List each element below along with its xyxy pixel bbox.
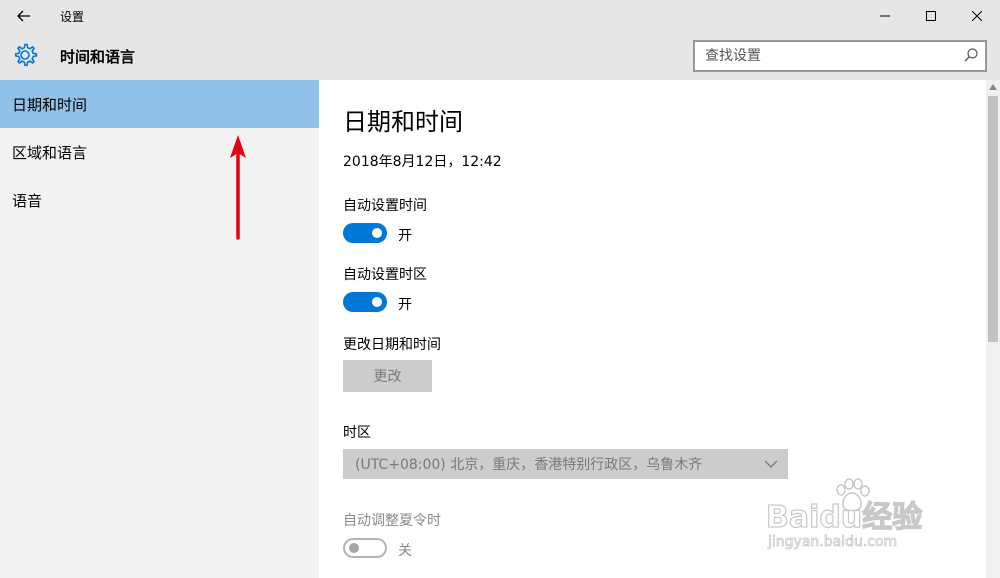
change-datetime-label: 更改日期和时间 — [343, 337, 441, 353]
section-title: 时间和语言 — [60, 48, 136, 66]
annotation-arrow-icon — [230, 135, 246, 240]
back-arrow-icon — [17, 10, 30, 22]
sidebar-item-date-time[interactable]: 日期和时间 — [0, 80, 319, 128]
chevron-down-icon — [764, 460, 778, 468]
title-bar: 设置 — [0, 0, 1000, 32]
maximize-icon — [926, 11, 936, 21]
auto-timezone-state: 开 — [398, 297, 412, 313]
baidu-watermark: Baidu经验 jingyan.baidu.com — [765, 478, 946, 558]
change-button[interactable]: 更改 — [343, 360, 432, 392]
search-box[interactable] — [693, 40, 987, 72]
watermark-url-text: jingyan.baidu.com — [768, 534, 898, 551]
auto-time-state: 开 — [398, 228, 412, 244]
dst-label: 自动调整夏令时 — [343, 513, 441, 529]
sidebar: 日期和时间 区域和语言 语音 — [0, 80, 319, 578]
timezone-dropdown[interactable]: (UTC+08:00) 北京，重庆，香港特别行政区，乌鲁木齐 — [343, 449, 788, 479]
auto-timezone-label: 自动设置时区 — [343, 267, 427, 283]
dst-state: 关 — [398, 543, 412, 559]
timezone-label: 时区 — [343, 425, 371, 441]
close-button[interactable] — [954, 0, 1000, 32]
close-icon — [972, 11, 982, 21]
sidebar-item-speech[interactable]: 语音 — [0, 176, 319, 224]
back-button[interactable] — [10, 4, 38, 28]
auto-time-toggle[interactable] — [343, 223, 387, 243]
maximize-button[interactable] — [908, 0, 954, 32]
sidebar-item-label: 日期和时间 — [12, 95, 88, 114]
sidebar-item-label: 语音 — [12, 191, 43, 210]
minimize-button[interactable] — [862, 0, 908, 32]
dst-toggle[interactable] — [343, 538, 387, 558]
auto-timezone-toggle[interactable] — [343, 292, 387, 312]
sidebar-item-label: 区域和语言 — [12, 143, 88, 162]
gear-icon — [14, 43, 38, 67]
timezone-selected-value: (UTC+08:00) 北京，重庆，香港特别行政区，乌鲁木齐 — [355, 457, 703, 473]
search-input[interactable] — [705, 47, 955, 65]
settings-header: 时间和语言 — [0, 32, 1000, 80]
current-datetime: 2018年8月12日，12:42 — [343, 154, 502, 170]
watermark-main-text: Baidu经验 — [765, 499, 923, 535]
sidebar-item-region-language[interactable]: 区域和语言 — [0, 128, 319, 176]
auto-time-label: 自动设置时间 — [343, 198, 427, 214]
app-title: 设置 — [60, 10, 85, 24]
page-title: 日期和时间 — [343, 108, 463, 136]
scrollbar[interactable] — [986, 80, 1000, 578]
minimize-icon — [880, 15, 890, 17]
scroll-thumb[interactable] — [988, 96, 998, 342]
search-icon[interactable] — [963, 47, 979, 63]
scroll-up-icon[interactable] — [989, 84, 997, 90]
